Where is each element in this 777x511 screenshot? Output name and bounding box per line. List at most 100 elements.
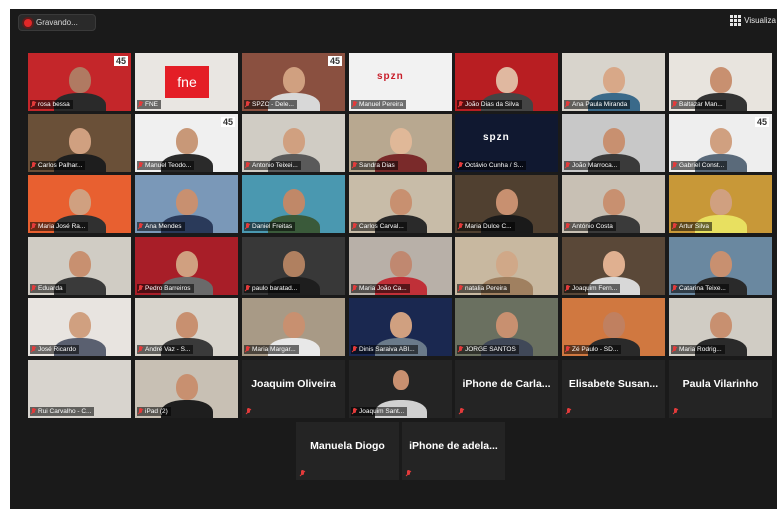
- participant-tile[interactable]: natalia Pereira: [455, 237, 558, 295]
- participant-nameplate: Eduarda: [30, 284, 66, 293]
- participant-nameplate: Maria Dulce C...: [457, 222, 515, 231]
- participant-nameplate: JORGE SANTOS: [457, 345, 519, 354]
- muted-mic-icon: [459, 408, 464, 415]
- participant-tile[interactable]: Antonio Teixei...: [242, 114, 345, 172]
- participant-name: iPhone de Carla...: [462, 378, 551, 390]
- participant-name: Maria Dulce C...: [465, 223, 512, 230]
- participant-tile[interactable]: Baltazar Man...: [669, 53, 772, 111]
- participant-tile[interactable]: 45 Gabriel Const...: [669, 114, 772, 172]
- participant-tile[interactable]: Rui Carvalho - C...: [28, 360, 131, 418]
- participant-tile[interactable]: Zé Paulo - SD...: [562, 298, 665, 356]
- participant-nameplate: Daniel Freitas: [244, 222, 296, 231]
- participant-nameplate: paulo baratad...: [244, 284, 301, 293]
- recording-indicator[interactable]: Gravando...: [18, 14, 96, 31]
- participant-tile[interactable]: Maria José Ra...: [28, 175, 131, 233]
- person-head: [282, 189, 305, 215]
- participant-tile[interactable]: Maria Margar...: [242, 298, 345, 356]
- muted-mic-icon: [352, 101, 357, 108]
- participant-tile[interactable]: Paula Vilarinho: [669, 360, 772, 418]
- zoom-window: Gravando... Visualiza 45 rosa bessa fne FNE…: [10, 9, 777, 509]
- muted-mic-icon: [245, 101, 250, 108]
- person-head: [389, 128, 412, 154]
- participant-tile[interactable]: Catarina Teixe...: [669, 237, 772, 295]
- participant-tile[interactable]: iPhone de Carla...: [455, 360, 558, 418]
- participant-name: Joaquim Sant...: [359, 408, 405, 415]
- participant-name: Carlos Carval...: [359, 223, 404, 230]
- muted-mic-icon: [31, 346, 36, 353]
- participant-nameplate: Carlos Palhar...: [30, 161, 86, 170]
- participant-nameplate: Artur Silva: [671, 222, 712, 231]
- participant-tile[interactable]: spzn Octávio Cunha / S...: [455, 114, 558, 172]
- participant-name: rosa bessa: [38, 101, 70, 108]
- participant-tile[interactable]: Elisabete Susan...: [562, 360, 665, 418]
- participant-nameplate: Rui Carvalho - C...: [30, 407, 95, 416]
- participant-tile[interactable]: iPad (2): [135, 360, 238, 418]
- participant-tile[interactable]: Dinis Saraiva ABI...: [349, 298, 452, 356]
- participant-nameplate: Joaquim Fern...: [564, 284, 621, 293]
- participant-tile[interactable]: António Costa: [562, 175, 665, 233]
- muted-mic-icon: [565, 285, 570, 292]
- participant-tile[interactable]: Joaquim Sant...: [349, 360, 452, 418]
- participant-tile[interactable]: Carlos Palhar...: [28, 114, 131, 172]
- participant-tile[interactable]: fne FNE: [135, 53, 238, 111]
- participant-nameplate: João Marroca...: [564, 161, 621, 170]
- muted-mic-icon: [406, 470, 411, 477]
- record-icon: [24, 18, 32, 27]
- anniversary-badge: 45: [220, 117, 235, 127]
- participant-name: JORGE SANTOS: [465, 346, 516, 353]
- participant-tile[interactable]: 45 Manuel Teodo...: [135, 114, 238, 172]
- person-head: [175, 251, 198, 277]
- participant-tile[interactable]: André Vaz - S...: [135, 298, 238, 356]
- participant-nameplate: Manuel Teodo...: [137, 161, 195, 170]
- muted-mic-icon: [138, 162, 143, 169]
- participant-tile[interactable]: Ana Paula Miranda: [562, 53, 665, 111]
- participant-tile[interactable]: 45 rosa bessa: [28, 53, 131, 111]
- participant-tile[interactable]: João Marroca...: [562, 114, 665, 172]
- muted-mic-icon: [565, 346, 570, 353]
- participant-tile[interactable]: Pedro Barreiros: [135, 237, 238, 295]
- participant-tile[interactable]: Joaquim Fern...: [562, 237, 665, 295]
- muted-mic-icon: [138, 101, 143, 108]
- participant-tile[interactable]: JORGE SANTOS: [455, 298, 558, 356]
- muted-mic-icon: [31, 101, 36, 108]
- participant-tile[interactable]: José Ricardo: [28, 298, 131, 356]
- participant-name: SPZC - Dele...: [252, 101, 294, 108]
- participant-tile[interactable]: paulo baratad...: [242, 237, 345, 295]
- participant-tile[interactable]: Daniel Freitas: [242, 175, 345, 233]
- muted-mic-icon: [138, 285, 143, 292]
- participant-tile[interactable]: João Dias da Silva: [455, 53, 558, 111]
- participant-tile[interactable]: Artur Silva: [669, 175, 772, 233]
- participant-tile[interactable]: spzn Manuel Pereira: [349, 53, 452, 111]
- participant-tile[interactable]: Manuela Diogo: [296, 422, 399, 480]
- view-button[interactable]: Visualiza: [730, 15, 776, 26]
- participant-name: Maria Rodrig...: [679, 346, 722, 353]
- participant-name: Octávio Cunha / S...: [465, 162, 524, 169]
- participant-name: Elisabete Susan...: [568, 378, 659, 390]
- participant-name: Manuela Diogo: [310, 440, 385, 452]
- participant-tile[interactable]: Maria Dulce C...: [455, 175, 558, 233]
- participant-name: Eduarda: [38, 285, 63, 292]
- participant-tile[interactable]: Eduarda: [28, 237, 131, 295]
- participant-tile[interactable]: Maria João Ca...: [349, 237, 452, 295]
- participant-tile[interactable]: 45 SPZC - Dele...: [242, 53, 345, 111]
- participant-tile[interactable]: iPhone de adela...: [402, 422, 505, 480]
- person-head: [389, 251, 412, 277]
- participant-name: Antonio Teixei...: [252, 162, 298, 169]
- person-head: [282, 67, 305, 93]
- participant-tile[interactable]: Joaquim Oliveira: [242, 360, 345, 418]
- participant-name: Maria Margar...: [252, 346, 296, 353]
- participant-tile[interactable]: Maria Rodrig...: [669, 298, 772, 356]
- person-head: [175, 128, 198, 154]
- muted-mic-icon: [458, 223, 463, 230]
- person-head: [495, 312, 518, 338]
- participant-name: Baltazar Man...: [679, 101, 723, 108]
- participant-tile[interactable]: Ana Mendes: [135, 175, 238, 233]
- muted-mic-icon: [352, 223, 357, 230]
- muted-mic-icon: [672, 223, 677, 230]
- anniversary-badge: 45: [113, 56, 128, 66]
- muted-mic-icon: [458, 101, 463, 108]
- muted-mic-icon: [352, 408, 357, 415]
- grid-view-icon: [730, 15, 742, 26]
- participant-tile[interactable]: Sandra Dias: [349, 114, 452, 172]
- participant-tile[interactable]: Carlos Carval...: [349, 175, 452, 233]
